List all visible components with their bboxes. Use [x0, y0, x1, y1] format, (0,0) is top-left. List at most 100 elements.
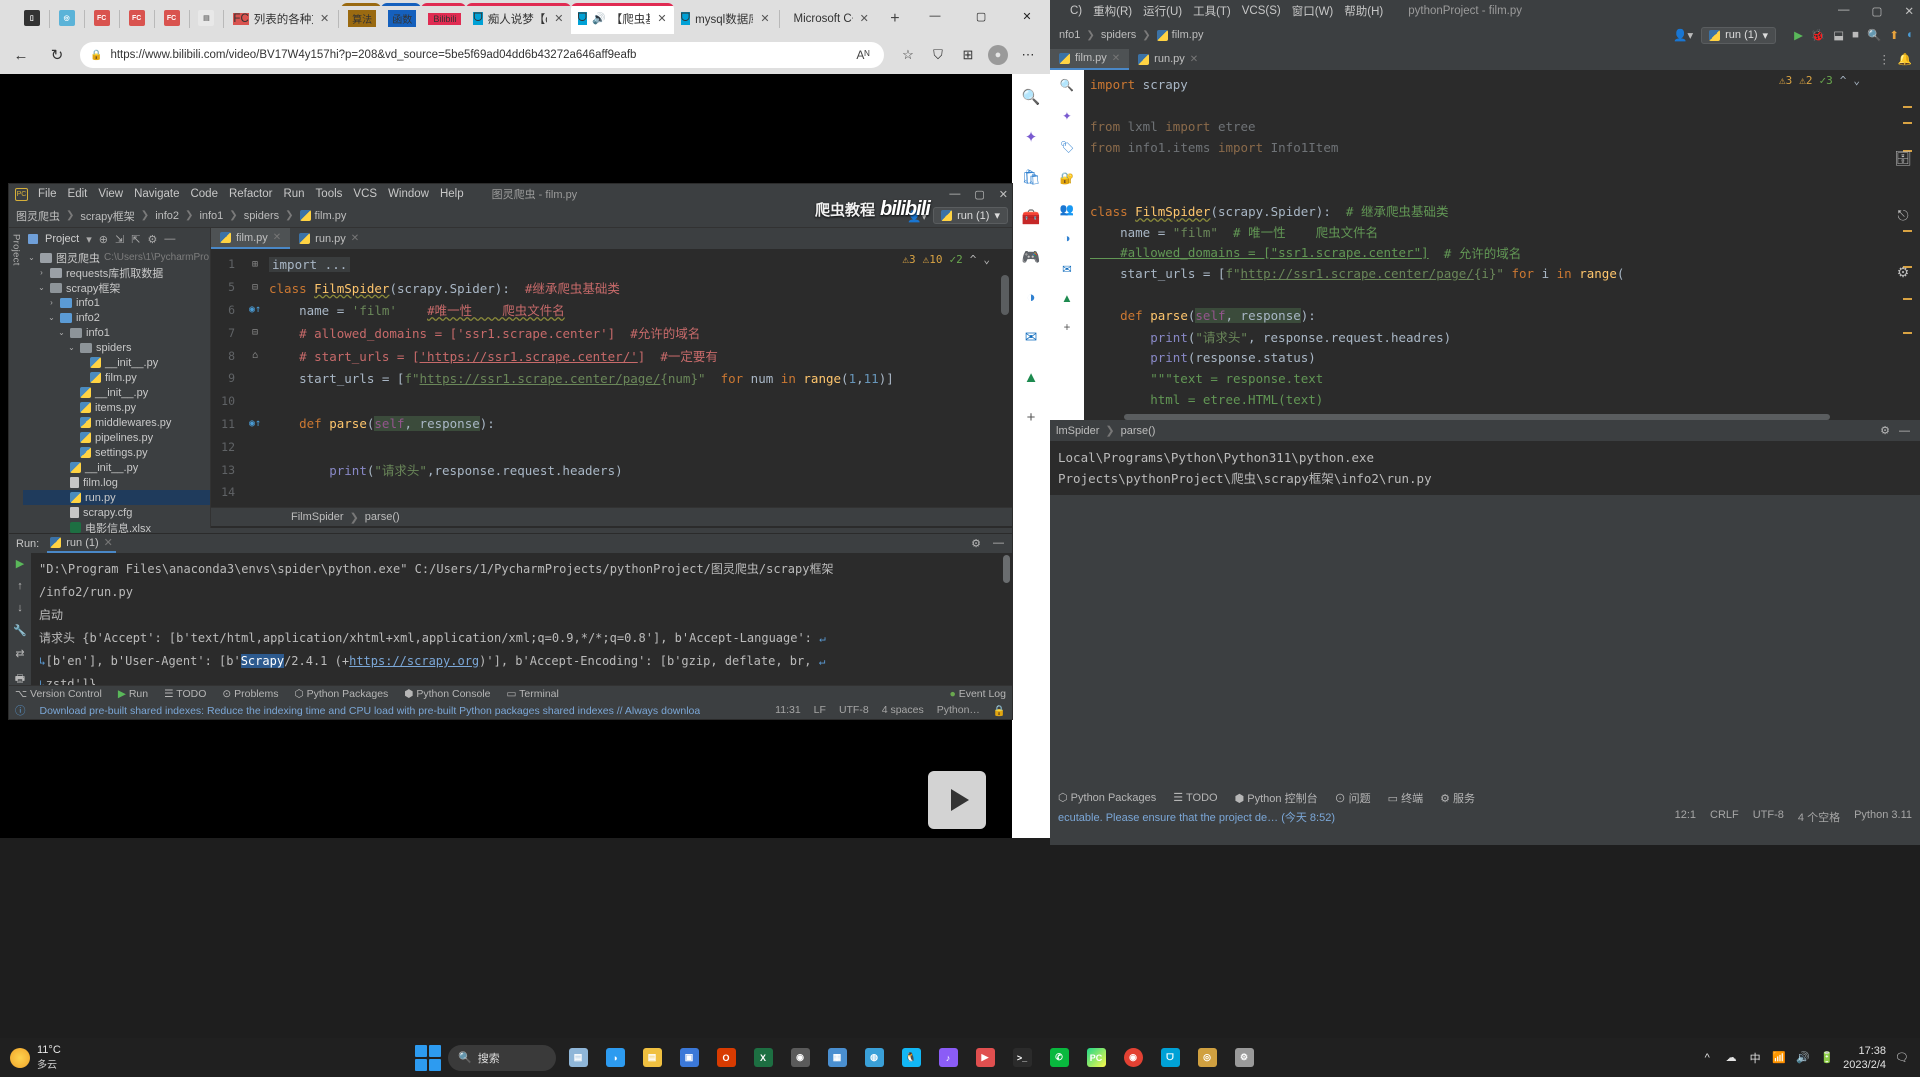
code-content[interactable]: ⚠3 ⚠10 ✓2 ^ ⌄ 1 ⊞ import ... 5 ⊟ class F…	[211, 249, 1012, 507]
taskbar-music-icon[interactable]: ♪	[933, 1043, 963, 1073]
more-options-icon[interactable]: ⋯	[1014, 41, 1042, 69]
breadcrumb-item-0[interactable]: 图灵爬虫	[16, 208, 60, 224]
pycharm2-maximize-button[interactable]: ▢	[1871, 4, 1882, 18]
task-view-icon[interactable]: ▤	[563, 1043, 593, 1073]
tree-arrow-icon[interactable]: ⌄	[67, 343, 76, 352]
taskbar-office-icon[interactable]: O	[711, 1043, 741, 1073]
fold-marker[interactable]: ⌂	[241, 350, 269, 361]
hide-panel-icon[interactable]: —	[993, 537, 1004, 550]
menu-vcs[interactable]: VCS	[353, 188, 377, 200]
menu2-window[interactable]: 窗口(W)	[1292, 3, 1334, 19]
settings-icon[interactable]: ⚙	[1897, 264, 1910, 281]
shopping-icon[interactable]: 🛍	[1018, 164, 1044, 190]
menu-help[interactable]: Help	[440, 188, 464, 200]
menu-refactor[interactable]: Refactor	[229, 188, 272, 200]
team-icon[interactable]: 👥	[1060, 202, 1074, 216]
taskbar-edge-icon[interactable]: ◑	[600, 1043, 630, 1073]
tree-arrow-icon[interactable]: ›	[37, 268, 46, 277]
console-hyperlink[interactable]: https://scrapy.org	[349, 654, 479, 668]
line-separator[interactable]: LF	[814, 704, 826, 717]
address-bar[interactable]: 🔒 https://www.bilibili.com/video/BV17W4y…	[80, 42, 884, 68]
split-screen-icon[interactable]: ⊞	[954, 41, 982, 69]
browser-tab-6[interactable]: FC 列表的各种方 ✕	[226, 3, 336, 34]
toolwin2-problems[interactable]: ⊙ 问题	[1335, 790, 1371, 806]
taskbar-store-icon[interactable]: ▣	[674, 1043, 704, 1073]
inspection-widget[interactable]: ⚠3 ⚠10 ✓2 ^ ⌄	[902, 253, 990, 266]
browser-tab-7[interactable]: 算法	[341, 3, 382, 34]
next-problem-icon[interactable]: ⌄	[1853, 74, 1860, 87]
run-icon[interactable]: ▶	[1794, 28, 1803, 42]
read-aloud-icon[interactable]: Aᴺ	[852, 44, 874, 66]
tab-close-icon[interactable]: ✕	[657, 12, 666, 25]
database-icon[interactable]: 🗄	[1894, 150, 1912, 167]
taskbar-globe-icon[interactable]: ◍	[859, 1043, 889, 1073]
ai-icon[interactable]: ◐	[1907, 29, 1914, 41]
interpreter-setting[interactable]: Python…	[937, 704, 980, 717]
taskbar-explorer-icon[interactable]: ▤	[637, 1043, 667, 1073]
status-message[interactable]: Download pre-built shared indexes: Reduc…	[40, 705, 700, 717]
tree-node-scrapy--[interactable]: ⌄ scrapy框架	[23, 280, 210, 295]
caret-position2[interactable]: 12:1	[1675, 809, 1696, 825]
taskbar-bilibili-icon[interactable]: ᗜ	[1155, 1043, 1185, 1073]
browser-close-button[interactable]: ✕	[1004, 0, 1050, 32]
toolwin-problems[interactable]: ⊙ Problems	[222, 688, 278, 700]
editor-tab-close-icon[interactable]: ✕	[1112, 53, 1120, 64]
search-input[interactable]: 🔍 搜索	[448, 1044, 556, 1071]
taskbar-chrome-icon[interactable]: ◉	[1118, 1043, 1148, 1073]
tree-node-__init__.py[interactable]: __init__.py	[23, 460, 210, 475]
tree-node-spiders[interactable]: ⌄ spiders	[23, 340, 210, 355]
hide-panel-icon[interactable]: —	[164, 233, 175, 245]
editor-tab-film-py[interactable]: film.py ✕	[211, 228, 291, 249]
editor-tab-close-icon[interactable]: ✕	[351, 233, 359, 244]
breadcrumb-item-5[interactable]: film.py	[315, 210, 347, 222]
next-problem-icon[interactable]: ⌄	[983, 253, 990, 266]
battery-icon[interactable]: 🔋	[1819, 1050, 1835, 1066]
breadcrumb2-item-0[interactable]: nfo1	[1059, 29, 1080, 41]
tree-node-run.py[interactable]: run.py	[23, 490, 210, 505]
back-icon[interactable]: ←	[8, 42, 34, 68]
menu2-refactor[interactable]: 重构(R)	[1093, 3, 1132, 19]
update-icon[interactable]: ⬆	[1889, 28, 1899, 42]
tools-icon[interactable]: 🧰	[1018, 204, 1044, 230]
override-marker[interactable]: ◉↑	[241, 304, 269, 315]
taskbar-settings-icon[interactable]: ⚙	[1229, 1043, 1259, 1073]
editor-breadcrumb-method[interactable]: parse()	[365, 511, 400, 523]
browser-tab-10[interactable]: ᗜ 痴人说梦【cc ✕	[466, 3, 571, 34]
tree-node-----[interactable]: ⌄ 图灵爬虫 C:\Users\1\PycharmPro	[23, 250, 210, 265]
browser-tab-11-active[interactable]: ᗜ 🔊 【爬虫基 ✕	[570, 3, 674, 34]
menu2-run[interactable]: 运行(U)	[1143, 3, 1182, 19]
tree-node-info1[interactable]: › info1	[23, 295, 210, 310]
editor-scrollbar[interactable]	[1001, 275, 1009, 315]
menu-run[interactable]: Run	[283, 188, 304, 200]
gear-icon[interactable]: ⚙	[971, 537, 981, 550]
toolwin-todo[interactable]: ☰ TODO	[164, 688, 206, 700]
taskbar-wechat-icon[interactable]: ✆	[1044, 1043, 1074, 1073]
tree-arrow-icon[interactable]: ⌄	[57, 328, 66, 337]
taskbar-clock[interactable]: 17:38 2023/2/4	[1843, 1044, 1886, 1072]
run-configuration-selector2[interactable]: run (1) ▾	[1701, 26, 1777, 44]
console-scrollbar[interactable]	[1003, 555, 1010, 583]
menu2-code[interactable]: C)	[1070, 5, 1082, 17]
event-log-button[interactable]: ● Event Log	[949, 688, 1006, 700]
pycharm-maximize-button[interactable]: ▢	[974, 188, 984, 201]
pycharm2-console[interactable]: Local\Programs\Python\Python311\python.e…	[1050, 441, 1920, 495]
favorite-star-icon[interactable]: ☆	[894, 41, 922, 69]
toolwin-terminal[interactable]: ▭ Terminal	[507, 688, 559, 700]
browser-tab-2[interactable]: FC	[88, 3, 116, 33]
fold-marker[interactable]: ⊞	[241, 259, 269, 270]
edge-icon[interactable]: ◑	[1064, 233, 1071, 245]
ime-icon[interactable]: 中	[1747, 1050, 1763, 1066]
expand-all-icon[interactable]: ⇲	[115, 233, 124, 246]
refresh-icon[interactable]: ↻	[44, 42, 70, 68]
tree-node-info2[interactable]: ⌄ info2	[23, 310, 210, 325]
status2-message[interactable]: ecutable. Please ensure that the project…	[1058, 809, 1335, 825]
up-stack-icon[interactable]: ↑	[17, 580, 23, 592]
toolwin-version-control[interactable]: ⌥ Version Control	[15, 688, 102, 700]
games-icon[interactable]: 🎮	[1018, 244, 1044, 270]
tree-icon[interactable]: ▲	[1061, 293, 1072, 305]
menu-window[interactable]: Window	[388, 188, 429, 200]
folded-imports[interactable]: import ...	[269, 256, 351, 272]
pycharm2-code-content[interactable]: ⚠3 ⚠2 ✓3 ^ ⌄ import scrapy from lxml imp…	[1084, 70, 1920, 420]
indent-setting2[interactable]: 4 个空格	[1798, 809, 1840, 825]
lock-icon[interactable]: 🔒	[993, 704, 1006, 717]
